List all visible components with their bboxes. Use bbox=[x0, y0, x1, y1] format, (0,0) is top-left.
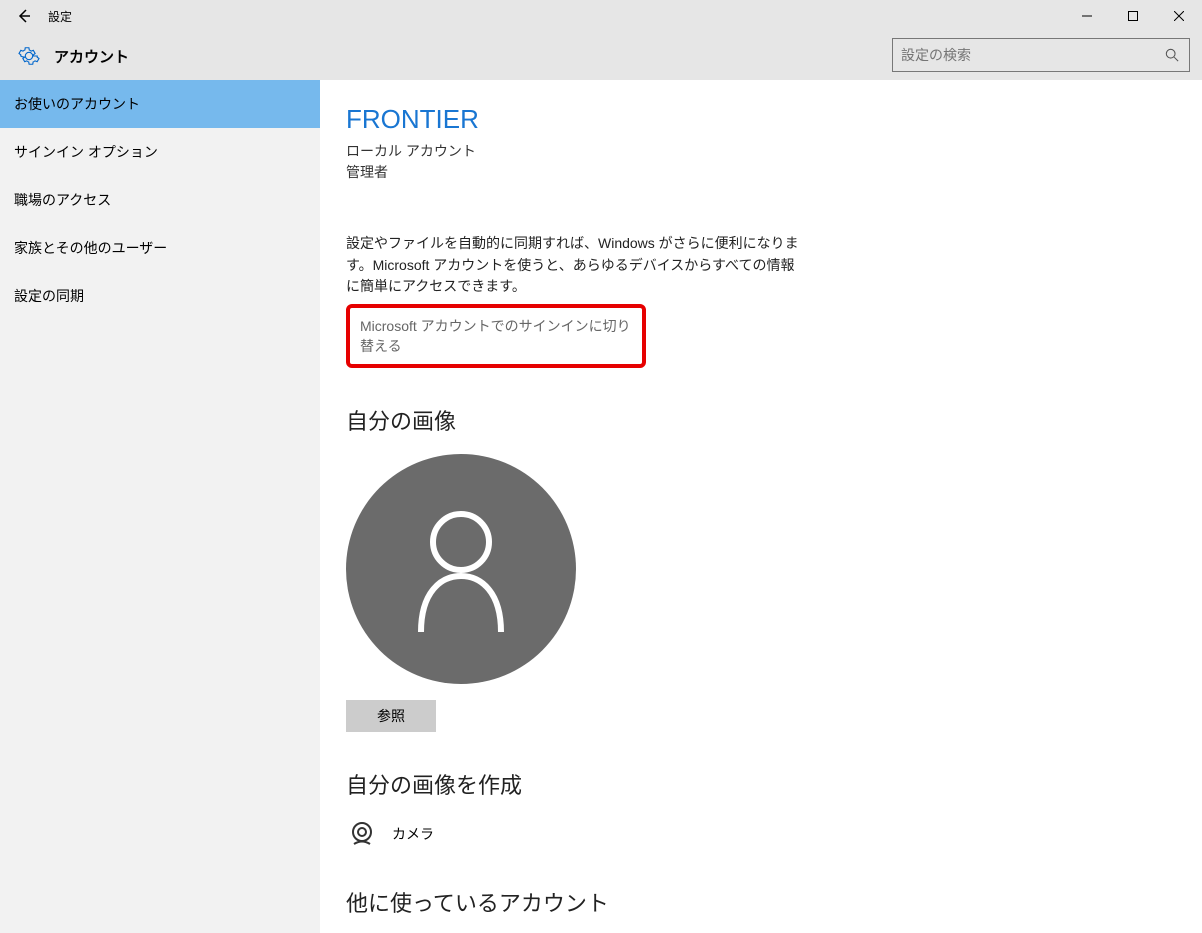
window-controls bbox=[1064, 0, 1202, 32]
window-title: 設定 bbox=[48, 8, 72, 25]
camera-label: カメラ bbox=[392, 824, 434, 844]
avatar bbox=[346, 454, 576, 684]
titlebar: 設定 bbox=[0, 0, 1202, 32]
header: アカウント bbox=[0, 32, 1202, 80]
account-type: ローカル アカウント bbox=[346, 141, 1202, 162]
sidebar-item-label: 職場のアクセス bbox=[14, 190, 111, 210]
maximize-icon bbox=[1128, 11, 1138, 21]
highlighted-frame: Microsoft アカウントでのサインインに切り替える bbox=[346, 304, 646, 368]
browse-button[interactable]: 参照 bbox=[346, 700, 436, 732]
page-title: アカウント bbox=[54, 46, 129, 67]
sidebar-item-label: サインイン オプション bbox=[14, 142, 158, 162]
picture-section-title: 自分の画像 bbox=[346, 404, 1202, 436]
sidebar-item-label: お使いのアカウント bbox=[14, 94, 140, 114]
account-display-name: FRONTIER bbox=[346, 104, 1202, 135]
content: FRONTIER ローカル アカウント 管理者 設定やファイルを自動的に同期すれ… bbox=[320, 80, 1202, 933]
switch-to-ms-account-link[interactable]: Microsoft アカウントでのサインインに切り替える bbox=[360, 318, 631, 354]
sidebar-item-sync-settings[interactable]: 設定の同期 bbox=[0, 272, 320, 320]
sidebar-item-label: 設定の同期 bbox=[14, 286, 84, 306]
minimize-button[interactable] bbox=[1064, 0, 1110, 32]
search-box[interactable] bbox=[892, 38, 1190, 72]
browse-button-label: 参照 bbox=[377, 706, 405, 726]
user-avatar-icon bbox=[406, 504, 516, 634]
sidebar: お使いのアカウント サインイン オプション 職場のアクセス 家族とその他のユーザ… bbox=[0, 80, 320, 933]
sidebar-item-your-account[interactable]: お使いのアカウント bbox=[0, 80, 320, 128]
sidebar-item-family-others[interactable]: 家族とその他のユーザー bbox=[0, 224, 320, 272]
gear-icon bbox=[18, 45, 40, 67]
settings-gear-icon[interactable] bbox=[12, 45, 46, 67]
maximize-button[interactable] bbox=[1110, 0, 1156, 32]
account-role: 管理者 bbox=[346, 162, 1202, 183]
camera-option[interactable]: カメラ bbox=[346, 818, 1202, 850]
other-accounts-title: 他に使っているアカウント bbox=[346, 886, 1202, 918]
sidebar-item-work-access[interactable]: 職場のアクセス bbox=[0, 176, 320, 224]
back-arrow-icon bbox=[16, 8, 32, 24]
create-picture-title: 自分の画像を作成 bbox=[346, 768, 1202, 800]
sidebar-item-signin-options[interactable]: サインイン オプション bbox=[0, 128, 320, 176]
back-button[interactable] bbox=[0, 0, 48, 32]
sidebar-item-label: 家族とその他のユーザー bbox=[14, 238, 167, 258]
close-icon bbox=[1174, 11, 1184, 21]
camera-icon bbox=[346, 818, 378, 850]
sync-description: 設定やファイルを自動的に同期すれば、Windows がさらに便利になります。Mi… bbox=[346, 233, 806, 298]
search-input[interactable] bbox=[901, 47, 1163, 63]
close-button[interactable] bbox=[1156, 0, 1202, 32]
minimize-icon bbox=[1082, 11, 1092, 21]
search-icon[interactable] bbox=[1163, 48, 1181, 62]
